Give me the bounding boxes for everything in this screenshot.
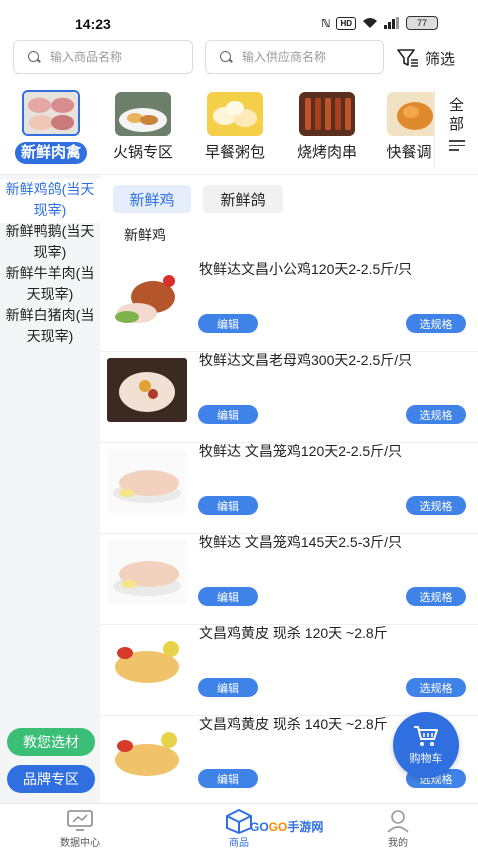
supplier-search-input[interactable] xyxy=(242,50,382,64)
filter-button[interactable]: 筛选 xyxy=(397,44,455,72)
status-icons: ℕ HD 77 xyxy=(321,16,438,30)
battery-level: 77 xyxy=(416,18,427,28)
nfc-icon: ℕ xyxy=(321,17,331,30)
product-image xyxy=(107,722,187,786)
product-image xyxy=(107,358,187,422)
category-hotpot[interactable]: 火锅专区 xyxy=(103,88,183,164)
sidebar-item-chicken-pigeon[interactable]: 新鲜鸡鸽(当天现宰) xyxy=(0,179,100,223)
product-image xyxy=(107,631,187,695)
nav-mine[interactable]: 我的 xyxy=(358,808,438,849)
signal-icon xyxy=(384,17,399,29)
product-name: 牧鲜达 文昌笼鸡120天2-2.5斤/只 xyxy=(199,443,403,459)
search-row: 筛选 xyxy=(0,40,478,76)
edit-button[interactable]: 编辑 xyxy=(198,587,258,606)
product-image xyxy=(107,540,187,604)
status-bar: 14:23 ℕ HD 77 xyxy=(0,0,478,38)
product-name: 牧鲜达 文昌笼鸡145天2.5-3斤/只 xyxy=(199,534,403,550)
product-item[interactable]: 文昌鸡黄皮 现杀 120天 ~2.8斤 编辑 选规格 xyxy=(100,624,478,716)
select-spec-button[interactable]: 选规格 xyxy=(406,314,466,333)
search-icon xyxy=(24,46,46,68)
select-spec-button[interactable]: 选规格 xyxy=(406,496,466,515)
hotpot-image xyxy=(115,92,171,136)
category-fastfood[interactable]: 快餐调 xyxy=(379,88,439,164)
brand-zone-button[interactable]: 品牌专区 xyxy=(7,765,95,793)
goods-search-box[interactable] xyxy=(13,40,193,74)
bottom-nav: 数据中心 商品 我的 GOGO手游网 xyxy=(0,803,478,850)
breakfast-image xyxy=(207,92,263,136)
sidebar: 新鲜鸡鸽(当天现宰) 新鲜鸭鹅(当天现宰) 新鲜牛羊肉(当天现宰) 新鲜白猪肉(… xyxy=(0,175,100,803)
product-item[interactable]: 牧鲜达 文昌笼鸡120天2-2.5斤/只 编辑 选规格 xyxy=(100,442,478,534)
product-image xyxy=(107,267,187,331)
product-item[interactable]: 牧鲜达文昌小公鸡120天2-2.5斤/只 编辑 选规格 xyxy=(100,260,478,352)
all-categories-label: 全部 xyxy=(448,97,464,133)
battery-icon: 77 xyxy=(406,16,438,30)
tab-fresh-chicken[interactable]: 新鲜鸡 xyxy=(113,185,191,213)
wifi-icon xyxy=(363,18,377,28)
category-label: 新鲜肉禽 xyxy=(14,142,87,164)
watermark-part-a: GO xyxy=(250,820,269,834)
status-time: 14:23 xyxy=(75,16,111,32)
edit-button[interactable]: 编辑 xyxy=(198,678,258,697)
sidebar-item-duck-goose[interactable]: 新鲜鸭鹅(当天现宰) xyxy=(0,221,100,265)
goods-search-input[interactable] xyxy=(50,50,190,64)
category-strip: 新鲜肉禽 火锅专区 早餐粥包 烧烤肉串 快餐调 全部 xyxy=(0,88,478,170)
all-categories-button[interactable]: 全部 xyxy=(434,88,478,170)
product-image xyxy=(107,449,187,513)
category-bbq[interactable]: 烧烤肉串 xyxy=(287,88,367,164)
category-breakfast[interactable]: 早餐粥包 xyxy=(195,88,275,164)
sidebar-item-pork[interactable]: 新鲜白猪肉(当天现宰) xyxy=(0,305,100,349)
select-spec-button[interactable]: 选规格 xyxy=(406,587,466,606)
edit-button[interactable]: 编辑 xyxy=(198,769,258,788)
select-spec-button[interactable]: 选规格 xyxy=(406,678,466,697)
user-icon xyxy=(358,808,438,834)
guide-button[interactable]: 教您选材 xyxy=(7,728,95,756)
bbq-skewer-image xyxy=(299,92,355,136)
nav-data-center[interactable]: 数据中心 xyxy=(40,808,120,849)
search-icon xyxy=(216,46,238,68)
edit-button[interactable]: 编辑 xyxy=(198,496,258,515)
fastfood-image xyxy=(387,92,439,136)
sidebar-item-beef-lamb[interactable]: 新鲜牛羊肉(当天现宰) xyxy=(0,263,100,307)
product-name: 文昌鸡黄皮 现杀 120天 ~2.8斤 xyxy=(199,625,388,641)
select-spec-button[interactable]: 选规格 xyxy=(406,405,466,424)
product-item[interactable]: 牧鲜达文昌老母鸡300天2-2.5斤/只 编辑 选规格 xyxy=(100,351,478,443)
filter-label: 筛选 xyxy=(425,50,456,68)
cart-button[interactable]: 购物车 xyxy=(393,712,459,778)
category-label: 火锅专区 xyxy=(112,144,173,161)
category-label: 烧烤肉串 xyxy=(296,144,357,161)
nav-label: 数据中心 xyxy=(60,838,100,849)
edit-button[interactable]: 编辑 xyxy=(198,314,258,333)
nav-label: 商品 xyxy=(229,838,249,849)
cart-icon xyxy=(414,725,438,746)
category-label: 快餐调 xyxy=(386,144,432,161)
product-name: 牧鲜达文昌老母鸡300天2-2.5斤/只 xyxy=(199,352,413,368)
product-item[interactable]: 牧鲜达 文昌笼鸡145天2.5-3斤/只 编辑 选规格 xyxy=(100,533,478,625)
section-title: 新鲜鸡 xyxy=(124,227,166,243)
product-name: 牧鲜达文昌小公鸡120天2-2.5斤/只 xyxy=(199,261,413,277)
hd-badge: HD xyxy=(336,16,356,30)
supplier-search-box[interactable] xyxy=(205,40,384,74)
menu-lines-icon xyxy=(448,140,465,154)
watermark-part-b: GO xyxy=(268,820,288,834)
filter-icon xyxy=(397,49,418,67)
edit-button[interactable]: 编辑 xyxy=(198,405,258,424)
raw-meat-image xyxy=(22,90,80,136)
watermark-suffix: 手游网 xyxy=(287,820,324,834)
watermark-logo: GOGO手游网 xyxy=(250,818,323,835)
monitor-icon xyxy=(40,808,120,834)
cart-label: 购物车 xyxy=(409,752,443,765)
tab-fresh-pigeon[interactable]: 新鲜鸽 xyxy=(203,185,283,213)
category-raw-meat[interactable]: 新鲜肉禽 xyxy=(11,88,91,164)
nav-label: 我的 xyxy=(388,838,408,849)
category-label: 早餐粥包 xyxy=(204,144,265,161)
